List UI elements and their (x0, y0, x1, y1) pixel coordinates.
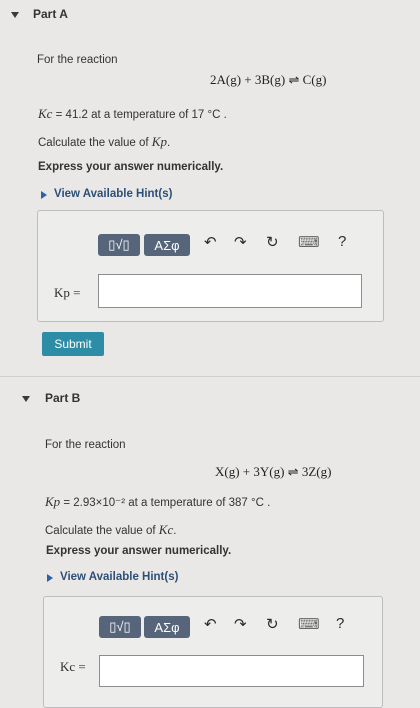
reset-icon[interactable]: ↻ (266, 615, 279, 633)
calc-suffix: . (173, 525, 177, 537)
greek-button[interactable]: ΑΣφ (144, 616, 190, 638)
kp-symbol: Kp (45, 494, 61, 509)
chevron-down-icon[interactable] (22, 396, 30, 402)
part-a-kc-line: Kc = 41.2 at a temperature of 17 °C . (38, 106, 227, 122)
part-b-title[interactable]: Part B (45, 391, 80, 405)
part-b-express: Express your answer numerically. (46, 545, 232, 557)
help-icon[interactable]: ? (338, 233, 346, 250)
templates-button[interactable]: ▯√▯ (99, 616, 141, 638)
kp-symbol: Kp (151, 134, 167, 149)
kp-value: = 2.93×10⁻² at a temperature of 387 °C . (60, 497, 271, 509)
part-a-calc-line: Calculate the value of Kp. (38, 134, 170, 150)
section-divider (0, 376, 420, 377)
part-a-answer-panel: ▯√▯ ΑΣφ ↶ ↷ ↻ ⌨ ? Kp = (37, 210, 384, 322)
submit-button[interactable]: Submit (42, 332, 104, 356)
part-b-answer-panel: ▯√▯ ΑΣφ ↶ ↷ ↻ ⌨ ? Kc = (43, 596, 383, 708)
redo-icon[interactable]: ↷ (234, 233, 247, 251)
calc-prefix: Calculate the value of (38, 137, 152, 149)
undo-icon[interactable]: ↶ (204, 233, 217, 251)
part-a-answer-label: Kp = (54, 285, 81, 300)
kc-symbol: Kc (158, 522, 174, 537)
part-a-express: Express your answer numerically. (38, 161, 224, 173)
reset-icon[interactable]: ↻ (266, 233, 279, 251)
part-a-title[interactable]: Part A (33, 7, 68, 21)
part-a-hint-link[interactable]: View Available Hint(s) (54, 188, 172, 200)
part-b-intro: For the reaction (45, 439, 126, 451)
calc-suffix: . (166, 137, 171, 149)
hint-arrow-icon[interactable] (47, 574, 53, 582)
part-b-calc-line: Calculate the value of Kc. (45, 522, 176, 538)
redo-icon[interactable]: ↷ (234, 615, 247, 633)
part-b-answer-input[interactable] (99, 655, 364, 687)
help-icon[interactable]: ? (336, 615, 344, 632)
kc-value: = 41.2 at a temperature of 17 °C . (52, 109, 227, 121)
templates-button[interactable]: ▯√▯ (98, 234, 140, 256)
hint-arrow-icon[interactable] (41, 191, 47, 199)
undo-icon[interactable]: ↶ (204, 615, 217, 633)
greek-button[interactable]: ΑΣφ (144, 234, 190, 256)
calc-prefix: Calculate the value of (45, 525, 159, 537)
part-b-reaction: X(g) + 3Y(g) ⇌ 3Z(g) (215, 464, 332, 479)
keyboard-icon[interactable]: ⌨ (298, 615, 320, 633)
part-a-answer-input[interactable] (98, 274, 362, 308)
keyboard-icon[interactable]: ⌨ (298, 233, 320, 251)
chevron-down-icon[interactable] (11, 12, 19, 18)
part-a-intro: For the reaction (37, 54, 118, 66)
part-b-kp-line: Kp = 2.93×10⁻² at a temperature of 387 °… (45, 494, 270, 510)
part-b-hint-link[interactable]: View Available Hint(s) (60, 571, 178, 583)
part-b-answer-label: Kc = (60, 659, 86, 674)
kc-symbol: Kc (38, 106, 53, 121)
part-a-reaction: 2A(g) + 3B(g) ⇌ C(g) (210, 72, 327, 87)
